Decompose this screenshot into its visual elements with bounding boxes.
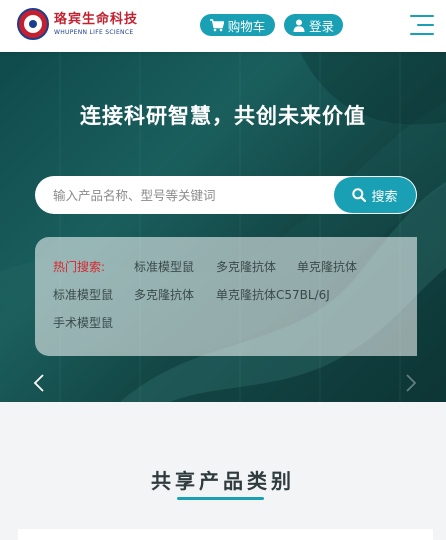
logo[interactable]: 珞宾生命科技 WHUPENN LIFE SCIENCE (17, 7, 138, 41)
chevron-left-icon[interactable] (33, 374, 45, 392)
site-header: 珞宾生命科技 WHUPENN LIFE SCIENCE 购物车 登录 (0, 0, 446, 52)
hot-search-term[interactable]: 单克隆抗体C57BL/6J (216, 286, 330, 303)
login-label: 登录 (308, 18, 334, 34)
logo-name-cn: 珞宾生命科技 (54, 11, 139, 27)
chevron-right-icon[interactable] (405, 374, 417, 392)
hot-search-term[interactable]: 单克隆抗体 (297, 258, 357, 275)
logo-text: 珞宾生命科技 WHUPENN LIFE SCIENCE (54, 12, 138, 37)
hot-search-label: 热门搜索: (53, 260, 106, 274)
menu-icon[interactable] (406, 12, 434, 38)
logo-name-en: WHUPENN LIFE SCIENCE (54, 28, 134, 36)
user-icon (293, 19, 305, 32)
section-title-underline (177, 497, 264, 500)
search-input[interactable] (53, 176, 323, 214)
search-button[interactable]: 搜索 (334, 177, 416, 213)
cart-label: 购物车 (227, 18, 266, 34)
search-bar: 搜索 (35, 176, 417, 214)
section-title: 共享产品类别 (151, 469, 295, 493)
hero-title: 连接科研智慧，共创未来价值 (80, 104, 366, 128)
hot-search-term[interactable]: 多克隆抗体 (216, 258, 276, 275)
search-button-label: 搜索 (371, 189, 398, 205)
cart-button[interactable]: 购物车 (200, 14, 275, 36)
search-icon (352, 188, 367, 202)
hot-search-term[interactable]: 多克隆抗体 (134, 286, 194, 303)
hot-search-panel: 热门搜索: 标准模型鼠 多克隆抗体 单克隆抗体 标准模型鼠 多克隆抗体 单克隆抗… (35, 237, 417, 356)
hot-search-term[interactable]: 标准模型鼠 (134, 258, 194, 275)
category-card[interactable] (18, 529, 433, 540)
cart-icon (209, 18, 224, 32)
hot-search-term[interactable]: 标准模型鼠 (53, 286, 113, 303)
hero-banner: 连接科研智慧，共创未来价值 搜索 热门搜索: 标准模型鼠 多克隆抗体 单克隆抗体… (0, 52, 446, 402)
hot-search-term[interactable]: 手术模型鼠 (53, 314, 113, 331)
login-button[interactable]: 登录 (284, 14, 343, 36)
logo-emblem-icon (17, 8, 49, 40)
